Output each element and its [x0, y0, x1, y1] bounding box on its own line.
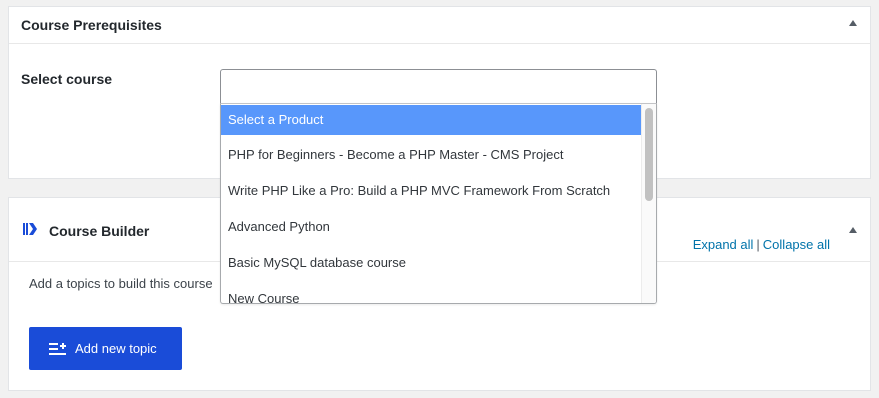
select-course-label: Select course — [21, 71, 113, 87]
expand-all-link[interactable]: Expand all — [693, 237, 754, 252]
builder-hint-text: Add a topics to build this course — [29, 276, 213, 291]
link-separator: | — [756, 237, 760, 252]
collapse-arrow-icon[interactable] — [849, 20, 857, 26]
dropdown-option[interactable]: New Course — [221, 283, 642, 303]
expand-collapse-links: Expand all | Collapse all — [693, 237, 830, 252]
dropdown-option[interactable]: Select a Product — [221, 105, 642, 135]
dropdown-scrollbar[interactable] — [641, 104, 656, 303]
add-new-topic-label: Add new topic — [75, 341, 157, 356]
add-new-topic-button[interactable]: Add new topic — [29, 327, 182, 370]
course-select-input[interactable] — [220, 69, 657, 104]
builder-title: Course Builder — [49, 223, 150, 239]
prerequisites-header[interactable]: Course Prerequisites — [9, 7, 870, 44]
dropdown-option[interactable]: PHP for Beginners - Become a PHP Master … — [221, 139, 642, 175]
collapse-arrow-icon[interactable] — [849, 227, 857, 233]
dropdown-option[interactable]: Write PHP Like a Pro: Build a PHP MVC Fr… — [221, 175, 642, 211]
dropdown-option[interactable]: Advanced Python — [221, 211, 642, 247]
scrollbar-thumb[interactable] — [645, 108, 653, 201]
course-dropdown-list[interactable]: Select a Product PHP for Beginners - Bec… — [220, 103, 657, 304]
course-builder-icon — [23, 223, 37, 235]
dropdown-option[interactable]: Basic MySQL database course — [221, 247, 642, 283]
prerequisites-title: Course Prerequisites — [21, 17, 162, 33]
add-list-icon — [49, 342, 66, 355]
collapse-all-link[interactable]: Collapse all — [763, 237, 830, 252]
